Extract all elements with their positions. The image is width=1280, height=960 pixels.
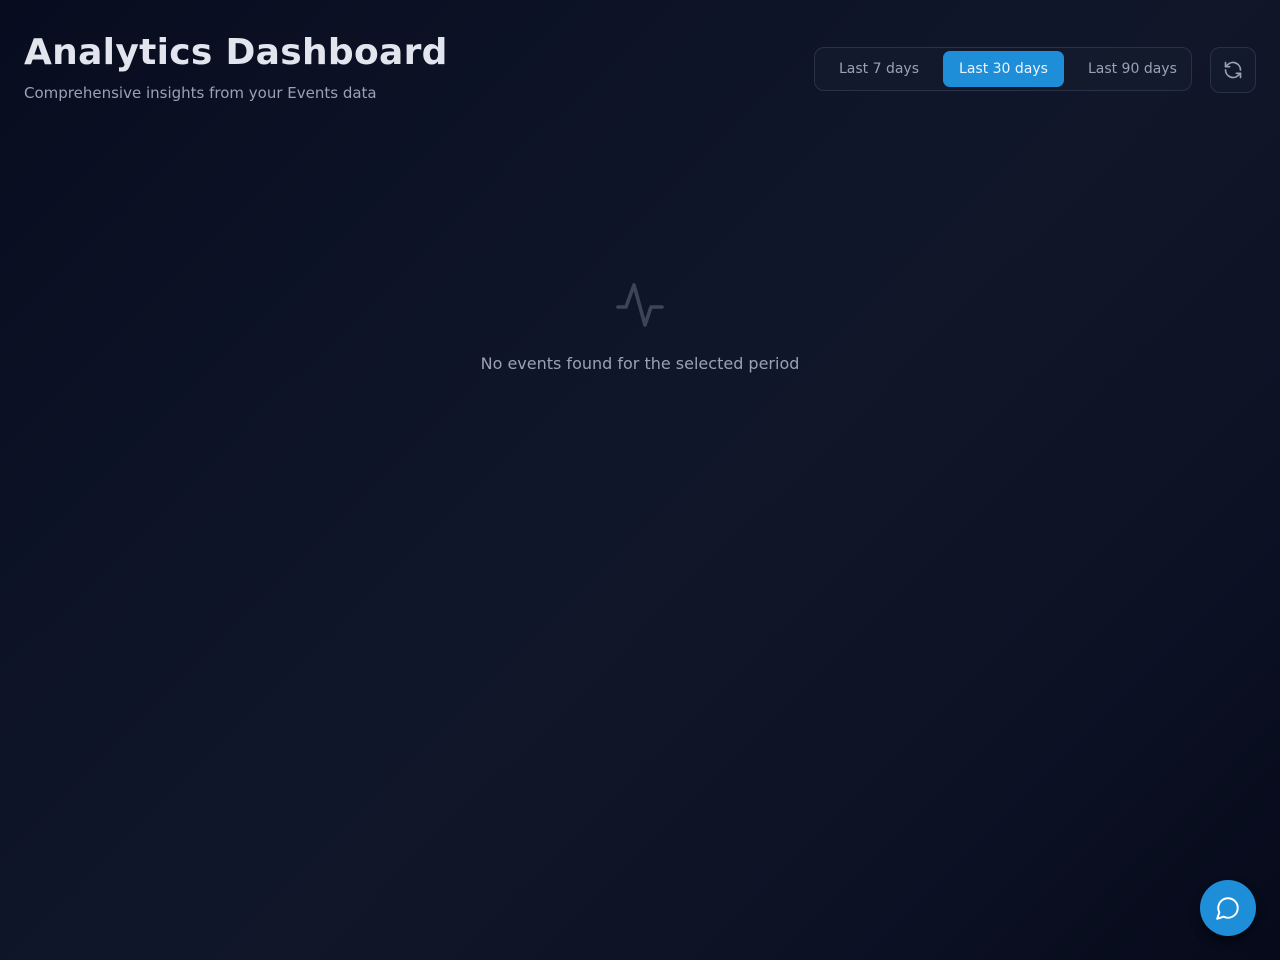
header: Analytics Dashboard Comprehensive insigh… bbox=[0, 0, 1280, 130]
activity-icon bbox=[616, 283, 664, 327]
range-button-30-days[interactable]: Last 30 days bbox=[943, 51, 1064, 87]
chat-bubble-icon bbox=[1216, 897, 1239, 920]
refresh-button[interactable] bbox=[1210, 47, 1256, 93]
range-button-90-days[interactable]: Last 90 days bbox=[1072, 51, 1193, 87]
chat-button[interactable] bbox=[1200, 880, 1256, 936]
page-subtitle: Comprehensive insights from your Events … bbox=[24, 84, 377, 102]
page-title: Analytics Dashboard bbox=[24, 32, 448, 73]
refresh-icon bbox=[1224, 61, 1242, 79]
empty-state-message: No events found for the selected period bbox=[480, 354, 800, 373]
range-button-7-days[interactable]: Last 7 days bbox=[823, 51, 935, 87]
date-range-selector: Last 7 days Last 30 days Last 90 days bbox=[814, 47, 1192, 91]
empty-state: No events found for the selected period bbox=[0, 282, 1280, 374]
